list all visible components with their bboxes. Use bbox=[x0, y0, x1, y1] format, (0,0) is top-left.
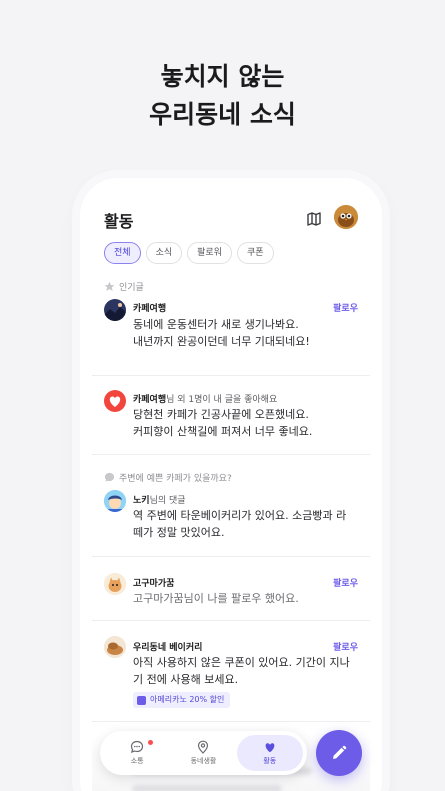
feed-item[interactable]: 고구마가꿈 팔로우 고구마가꿈님이 나를 팔로우 했어요. bbox=[92, 572, 370, 612]
coupon-icon bbox=[137, 695, 146, 705]
location-pin-icon bbox=[198, 740, 209, 754]
tab-activity[interactable]: 활동 bbox=[236, 735, 303, 771]
headline-line1: 놓치지 않는 bbox=[160, 62, 285, 91]
chip-news[interactable]: 소식 bbox=[145, 242, 183, 264]
comment-text: 역 주변에 타운베이커리가 있어요. 소금빵과 라 떼가 정말 맛있어요. bbox=[133, 509, 347, 539]
tab-news-label: 소통 bbox=[130, 757, 144, 765]
profile-avatar[interactable] bbox=[334, 205, 358, 229]
follow-button[interactable]: 팔로우 bbox=[333, 640, 358, 653]
bottom-tab-bar: 소통 동네생활 활동 bbox=[100, 731, 307, 775]
divider bbox=[92, 721, 370, 722]
divider bbox=[92, 620, 370, 621]
follow-button[interactable]: 팔로우 bbox=[333, 301, 358, 314]
follow-button[interactable]: 팔로우 bbox=[333, 576, 358, 589]
app-screen: 활동 전체 소식 팔로워 쿠폰 인기글 카페여행 팔로우 동네에 운동센터가 새… bbox=[92, 188, 370, 791]
map-icon[interactable] bbox=[306, 211, 322, 227]
avatar bbox=[104, 390, 126, 412]
divider bbox=[92, 454, 370, 455]
headline: 놓치지 않는 우리동네 소식 bbox=[0, 58, 445, 134]
popular-label: 인기글 bbox=[119, 283, 144, 293]
tab-local[interactable]: 동네생활 bbox=[170, 735, 236, 771]
tab-activity-label: 활동 bbox=[263, 757, 277, 765]
avatar bbox=[104, 636, 126, 658]
coupon-badge[interactable]: 아메리카노 20% 할인 bbox=[133, 692, 231, 708]
author: 고구마가꿈 bbox=[133, 579, 175, 589]
top-bar: 활동 bbox=[104, 205, 360, 234]
feed-item[interactable]: 카페여행 팔로우 동네에 운동센터가 새로 생기나봐요. 내년까지 완공이던데 … bbox=[92, 296, 370, 366]
question-label: 주변에 예쁜 카페가 있을까요? bbox=[104, 471, 232, 484]
star-icon bbox=[104, 281, 115, 291]
follow-text: 고구마가꿈님이 나를 팔로우 했어요. bbox=[133, 592, 299, 605]
page-title: 활동 bbox=[104, 212, 134, 231]
tab-local-label: 동네생활 bbox=[190, 757, 217, 765]
notification-dot bbox=[148, 740, 154, 745]
chat-icon bbox=[104, 472, 115, 482]
post-text: 당현천 카페가 긴공사끝에 오픈했네요. 커피향이 산책길에 퍼져서 너무 좋네… bbox=[133, 408, 313, 438]
pencil-icon bbox=[333, 745, 347, 759]
tab-news[interactable]: 소통 bbox=[104, 735, 170, 771]
filter-chips: 전체 소식 팔로워 쿠폰 bbox=[104, 242, 274, 264]
write-button[interactable] bbox=[316, 730, 362, 776]
chat-icon bbox=[130, 740, 144, 753]
chip-followers[interactable]: 팔로워 bbox=[187, 242, 232, 264]
popular-section-label: 인기글 bbox=[104, 280, 144, 293]
coupon-text: 아직 사용하지 않은 쿠폰이 있어요. 기간이 지나 기 전에 사용해 보세요. bbox=[133, 656, 350, 686]
avatar bbox=[104, 573, 126, 595]
phone-frame: 활동 전체 소식 팔로워 쿠폰 인기글 카페여행 팔로우 동네에 운동센터가 새… bbox=[80, 178, 382, 791]
post-text: 동네에 운동센터가 새로 생기나봐요. 내년까지 완공이던데 너무 기대되네요! bbox=[133, 318, 310, 348]
comment-meta: 노키님의 댓글 bbox=[133, 496, 186, 506]
feed-item[interactable]: 노키님의 댓글 역 주변에 타운베이커리가 있어요. 소금빵과 라 떼가 정말 … bbox=[92, 490, 370, 560]
avatar bbox=[104, 490, 126, 512]
coupon-label: 아메리카노 20% 할인 bbox=[150, 695, 225, 704]
heart-icon bbox=[109, 396, 121, 407]
author: 우리동네 베이커리 bbox=[133, 643, 203, 653]
chip-coupons[interactable]: 쿠폰 bbox=[236, 242, 274, 264]
headline-line2: 우리동네 소식 bbox=[149, 100, 296, 129]
heart-icon bbox=[265, 743, 275, 753]
divider bbox=[92, 556, 370, 557]
avatar bbox=[104, 299, 126, 321]
author: 카페여행 bbox=[133, 304, 167, 314]
feed-item[interactable]: 우리동네 베이커리 팔로우 아직 사용하지 않은 쿠폰이 있어요. 기간이 지나… bbox=[92, 636, 370, 716]
feed-item[interactable]: 카페여행님 외 1명이 내 글을 좋아해요 당현천 카페가 긴공사끝에 오픈했네… bbox=[92, 388, 370, 458]
divider bbox=[92, 375, 370, 376]
notification-meta: 카페여행님 외 1명이 내 글을 좋아해요 bbox=[133, 395, 278, 405]
chip-all[interactable]: 전체 bbox=[104, 242, 141, 264]
